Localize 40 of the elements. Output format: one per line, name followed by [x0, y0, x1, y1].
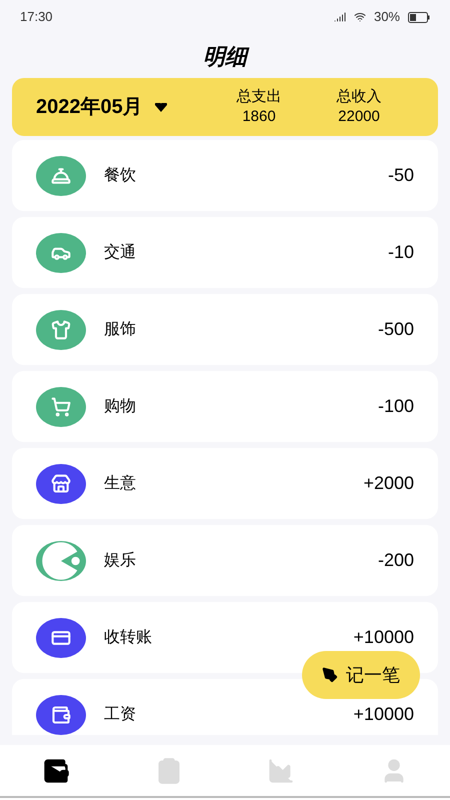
cart-icon — [51, 396, 71, 416]
status-time: 17:30 — [20, 8, 53, 26]
dropdown-icon — [154, 102, 167, 112]
category-name: 交通 — [104, 242, 136, 262]
battery-level: 30% — [374, 8, 400, 26]
wallet-icon — [51, 704, 71, 724]
amount: -10 — [388, 241, 414, 264]
month-picker[interactable]: 2022年05月 — [36, 92, 167, 122]
entry-card[interactable]: 服饰 -500 — [12, 294, 438, 365]
amount: +2000 — [363, 472, 414, 495]
category-name: 收转账 — [104, 628, 152, 648]
entry-card[interactable]: 交通 -10 — [12, 217, 438, 288]
nav-tab[interactable] — [42, 757, 70, 785]
category-name: 娱乐 — [104, 550, 136, 570]
amount: -100 — [378, 395, 414, 418]
category-name: 生意 — [104, 474, 136, 494]
amount: -500 — [378, 318, 414, 341]
entry-card[interactable]: 餐饮 -50 — [12, 140, 438, 211]
category-name: 服饰 — [104, 320, 136, 340]
battery-icon — [408, 12, 430, 22]
amount: +10000 — [353, 703, 414, 726]
entry-card[interactable]: 娱乐 -200 — [12, 525, 438, 596]
page-title: 明细 — [203, 40, 247, 72]
expense-label: 总支出 — [236, 87, 282, 107]
cloche-icon — [51, 166, 71, 186]
income-label: 总收入 — [336, 87, 382, 107]
category-name: 购物 — [104, 396, 136, 416]
amount: +10000 — [353, 626, 414, 649]
store-icon — [51, 474, 71, 494]
wallet-icon — [42, 757, 70, 785]
amount: -200 — [378, 549, 414, 572]
amount: -50 — [388, 164, 414, 187]
entry-card[interactable]: 购物 -100 — [12, 371, 438, 442]
category-name: 工资 — [104, 704, 136, 724]
entry-card[interactable]: 生意 +2000 — [12, 448, 438, 519]
expense-total: 1860 — [242, 107, 276, 127]
income-total: 22000 — [338, 107, 380, 127]
category-name: 餐饮 — [104, 166, 136, 186]
add-record-button[interactable]: 记一笔 — [302, 651, 420, 699]
shirt-icon — [51, 320, 71, 340]
